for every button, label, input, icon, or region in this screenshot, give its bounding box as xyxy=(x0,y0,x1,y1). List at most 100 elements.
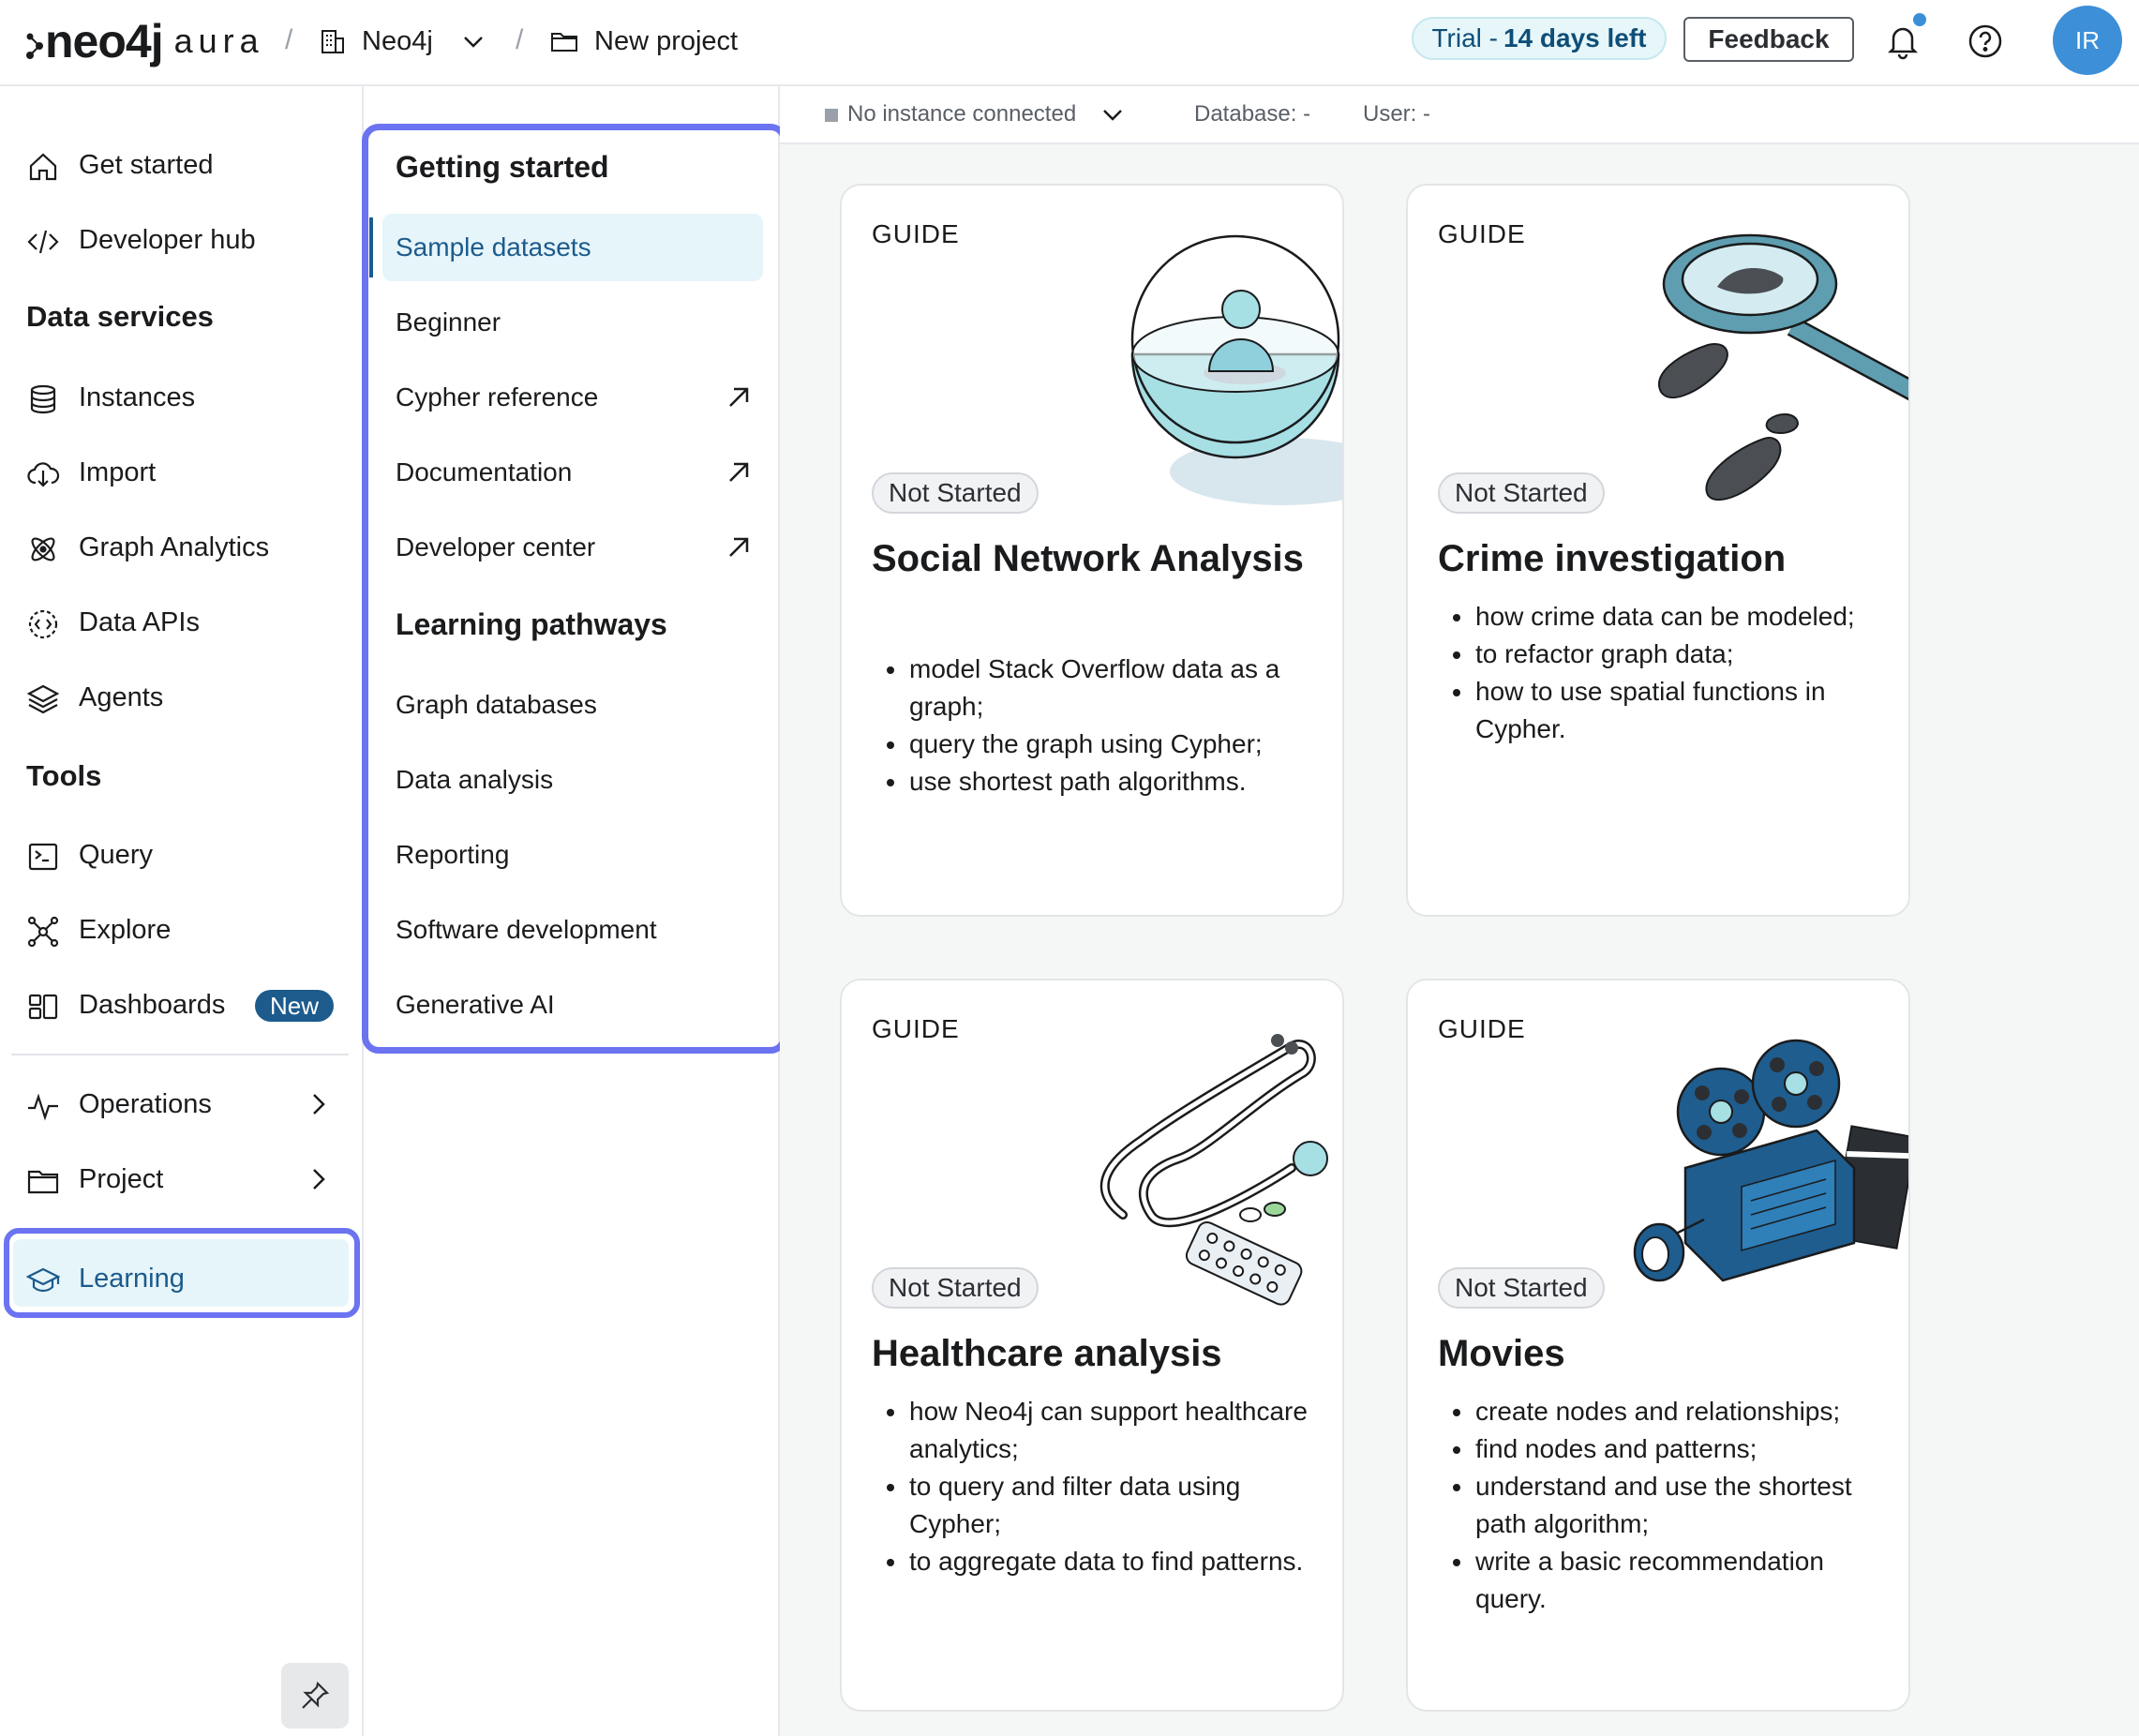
nav-label: Graph Analytics xyxy=(79,531,270,562)
status-badge: Not Started xyxy=(872,1267,1039,1309)
card-bullet: find nodes and patterns; xyxy=(1453,1430,1888,1468)
user-avatar[interactable]: IR xyxy=(2053,6,2122,75)
nav-divider xyxy=(11,1054,349,1055)
nav-import[interactable]: Import xyxy=(0,446,364,499)
folder-icon xyxy=(551,33,577,52)
film-camera-illustration xyxy=(1633,1039,1908,1282)
card-kind: GUIDE xyxy=(1438,219,1526,248)
project-breadcrumb[interactable]: New project xyxy=(549,19,738,64)
help-icon xyxy=(1968,24,2002,58)
nav-agents[interactable]: Agents xyxy=(0,671,364,724)
card-bullet: understand and use the shortest path alg… xyxy=(1453,1468,1888,1543)
guide-card-social-network[interactable]: GUIDE Not Started Social Network Analysi… xyxy=(840,184,1344,917)
logo-dots-icon xyxy=(26,33,43,59)
status-badge: Not Started xyxy=(1438,1267,1605,1309)
nav-dashboards[interactable]: Dashboards New xyxy=(0,979,364,1031)
trial-days: 14 days left xyxy=(1503,23,1647,52)
nav-label: Instances xyxy=(79,382,196,412)
new-badge: New xyxy=(255,990,334,1022)
nav-label: Dashboards xyxy=(79,989,226,1020)
api-icon xyxy=(28,609,58,639)
nav-learning[interactable]: Learning xyxy=(0,1252,364,1305)
connection-status: No instance connected xyxy=(847,101,1077,127)
card-bullet: how crime data can be modeled; xyxy=(1453,598,1888,636)
nav-instances[interactable]: Instances xyxy=(0,371,364,424)
card-bullets: how Neo4j can support healthcare analyti… xyxy=(887,1393,1322,1580)
feedback-button[interactable]: Feedback xyxy=(1683,17,1854,62)
bell-icon xyxy=(1887,27,1919,60)
graduation-cap-icon xyxy=(26,1267,60,1293)
nav-label: Import xyxy=(79,456,157,487)
nav-label: Agents xyxy=(79,681,164,712)
project-name: New project xyxy=(594,25,739,56)
nav-label: Learning xyxy=(79,1263,185,1294)
nav-operations[interactable]: Operations xyxy=(0,1078,364,1130)
card-bullets: how crime data can be modeled; to refact… xyxy=(1453,598,1888,748)
card-title: Social Network Analysis xyxy=(872,538,1304,579)
nav-project[interactable]: Project xyxy=(0,1153,364,1205)
status-badge: Not Started xyxy=(1438,472,1605,514)
nav-query[interactable]: Query xyxy=(0,829,364,881)
card-bullet: write a basic recommendation query. xyxy=(1453,1543,1888,1618)
dashboard-icon xyxy=(28,994,58,1020)
nav-graph-analytics[interactable]: Graph Analytics xyxy=(0,521,364,574)
nav-explore[interactable]: Explore xyxy=(0,904,364,956)
top-bar: neo4j aura / Neo4j / New project Trial -… xyxy=(0,0,2139,86)
card-title: Crime investigation xyxy=(1438,538,1787,579)
atom-icon xyxy=(31,537,55,561)
magnifier-footprints-illustration xyxy=(1658,233,1908,501)
tools-heading: Tools xyxy=(26,759,102,792)
card-bullet: to refactor graph data; xyxy=(1453,636,1888,673)
chevron-right-icon xyxy=(313,1169,325,1190)
stethoscope-illustration xyxy=(1099,1034,1328,1306)
nav-developer-hub[interactable]: Developer hub xyxy=(0,214,364,266)
nav-label: Operations xyxy=(79,1088,212,1119)
cloud-import-icon xyxy=(27,462,60,487)
building-icon xyxy=(322,30,344,53)
nav-label: Query xyxy=(79,839,153,870)
graph-icon xyxy=(27,916,59,948)
guide-card-movies[interactable]: GUIDE Not Started Movies create nodes an… xyxy=(1406,979,1910,1712)
code-icon xyxy=(27,230,59,254)
org-selector[interactable]: Neo4j xyxy=(319,19,486,64)
card-title: Healthcare analysis xyxy=(872,1333,1222,1374)
nav-label: Project xyxy=(79,1163,164,1194)
folder-icon xyxy=(27,1170,59,1194)
card-bullet: use shortest path algorithms. xyxy=(887,763,1322,801)
breadcrumb-separator: / xyxy=(516,24,524,55)
card-kind: GUIDE xyxy=(1438,1014,1526,1043)
database-icon xyxy=(30,384,56,414)
guide-card-healthcare[interactable]: GUIDE Not Started Healthcare analysis ho… xyxy=(840,979,1344,1712)
card-bullet: how to use spatial functions in Cypher. xyxy=(1453,673,1888,748)
trial-badge[interactable]: Trial - 14 days left xyxy=(1412,17,1667,60)
nav-label: Developer hub xyxy=(79,224,256,255)
breadcrumb-separator: / xyxy=(285,24,293,55)
database-label: Database: - xyxy=(1194,101,1311,127)
nav-data-apis[interactable]: Data APIs xyxy=(0,596,364,649)
card-bullets: model Stack Overflow data as a graph; qu… xyxy=(887,651,1322,801)
nav-get-started[interactable]: Get started xyxy=(0,139,364,191)
card-bullet: create nodes and relationships; xyxy=(1453,1393,1888,1430)
help-button[interactable] xyxy=(1963,19,2008,64)
instance-selector[interactable]: No instance connected xyxy=(847,101,1125,127)
card-bullet: to query and filter data using Cypher; xyxy=(887,1468,1322,1543)
terminal-icon xyxy=(28,843,58,871)
guide-card-crime-investigation[interactable]: GUIDE Not Started Crime investigation ho… xyxy=(1406,184,1910,917)
pin-sidebar-button[interactable] xyxy=(281,1663,349,1729)
chevron-down-icon xyxy=(1103,110,1123,121)
pin-icon xyxy=(302,1681,330,1709)
card-bullet: how Neo4j can support healthcare analyti… xyxy=(887,1393,1322,1468)
card-bullet: query the graph using Cypher; xyxy=(887,726,1322,763)
neo4j-aura-logo[interactable]: neo4j aura xyxy=(24,13,264,69)
home-icon xyxy=(29,153,57,181)
layers-icon xyxy=(26,684,60,714)
subnav-highlight xyxy=(362,124,787,1054)
pulse-icon xyxy=(28,1093,58,1121)
logo-sub-text: aura xyxy=(173,22,264,60)
card-kind: GUIDE xyxy=(872,219,960,248)
logo-text: neo4j xyxy=(45,15,164,67)
status-badge: Not Started xyxy=(872,472,1039,514)
card-bullet: to aggregate data to find patterns. xyxy=(887,1543,1322,1580)
notification-dot xyxy=(1913,13,1926,26)
card-bullets: create nodes and relationships; find nod… xyxy=(1453,1393,1888,1618)
